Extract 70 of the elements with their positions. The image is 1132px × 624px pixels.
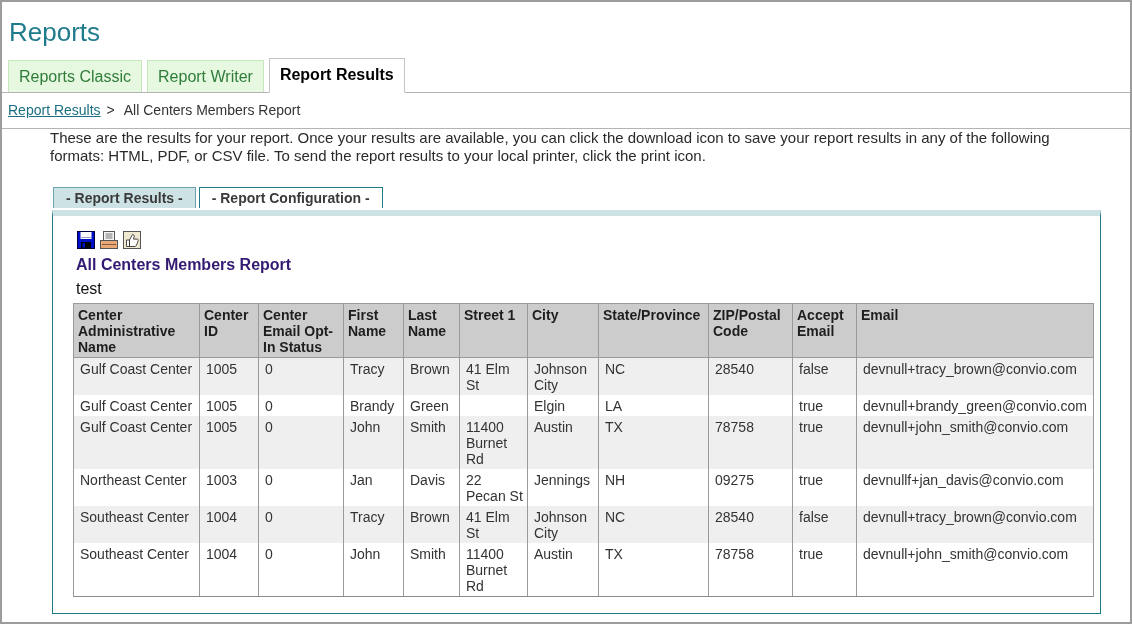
table-cell: 0 — [258, 416, 344, 469]
table-cell: false — [792, 506, 857, 543]
column-header: Street 1 — [459, 303, 528, 358]
column-header: ZIP/Postal Code — [708, 303, 793, 358]
table-cell: true — [792, 416, 857, 469]
table-cell: Johnson City — [527, 357, 599, 395]
nav-tab[interactable]: Report Writer — [147, 60, 264, 92]
table-cell: 41 Elm St — [459, 506, 528, 543]
report-title: All Centers Members Report — [76, 255, 293, 275]
table-cell: Austin — [527, 543, 599, 597]
column-header: First Name — [343, 303, 404, 358]
table-cell: Brown — [403, 357, 460, 395]
breadcrumb-link[interactable]: Report Results — [8, 102, 101, 118]
column-header: Center Administrative Name — [73, 303, 200, 358]
column-header: State/Province — [598, 303, 709, 358]
table-cell: devnull+tracy_brown@convio.com — [856, 506, 1094, 543]
table-cell: Southeast Center — [73, 543, 200, 597]
table-cell: 1005 — [199, 357, 259, 395]
table-cell: Gulf Coast Center — [73, 416, 200, 469]
table-cell: true — [792, 543, 857, 597]
table-cell: 41 Elm St — [459, 357, 528, 395]
column-header: Accept Email — [792, 303, 857, 358]
panel-tab[interactable]: - Report Configuration - — [198, 187, 383, 208]
print-icon[interactable] — [100, 231, 118, 249]
report-description: test — [76, 279, 103, 299]
table-cell: Austin — [527, 416, 599, 469]
table-cell: devnull+john_smith@convio.com — [856, 543, 1094, 597]
column-header: Email — [856, 303, 1094, 358]
table-cell: 1005 — [199, 416, 259, 469]
intro-text: These are the results for your report. Once your results are available, you can click the download icon to save your report results in any of the following formats: HTML, PDF, or CSV file. To send the report results to your local printer, click the print icon. — [50, 129, 1051, 165]
table-cell: John — [343, 416, 404, 469]
table-cell: 1004 — [199, 543, 259, 597]
nav-tab[interactable]: Report Results — [268, 58, 405, 93]
table-cell: TX — [598, 543, 709, 597]
table-cell: 11400 Burnet Rd — [459, 416, 528, 469]
table-cell: 11400 Burnet Rd — [459, 543, 528, 597]
table-cell: Tracy — [343, 506, 404, 543]
column-header: Center Email Opt-In Status — [258, 303, 344, 358]
table-cell: Smith — [403, 543, 460, 597]
column-header: Center ID — [199, 303, 259, 358]
table-cell: Johnson City — [527, 506, 599, 543]
column-header: Last Name — [403, 303, 460, 358]
table-cell: Southeast Center — [73, 506, 200, 543]
table-cell: NC — [598, 357, 709, 395]
column-header: City — [527, 303, 599, 358]
table-cell: 28540 — [708, 506, 793, 543]
table-cell: TX — [598, 416, 709, 469]
table-cell: 78758 — [708, 543, 793, 597]
table-cell: Tracy — [343, 357, 404, 395]
table-cell: 78758 — [708, 416, 793, 469]
thumbs-up-icon[interactable] — [123, 231, 141, 249]
table-cell: 0 — [258, 357, 344, 395]
breadcrumb-separator: > — [106, 102, 115, 118]
table-cell: devnull+john_smith@convio.com — [856, 416, 1094, 469]
page-title: Reports — [8, 16, 102, 49]
breadcrumb-current: All Centers Members Report — [123, 102, 301, 118]
table-cell: false — [792, 357, 857, 395]
table-cell: 0 — [258, 506, 344, 543]
table-cell: devnull+tracy_brown@convio.com — [856, 357, 1094, 395]
table-cell: Smith — [403, 416, 460, 469]
table-cell: NC — [598, 506, 709, 543]
table-cell: 1004 — [199, 506, 259, 543]
table-cell: 28540 — [708, 357, 793, 395]
table-cell: Brown — [403, 506, 460, 543]
table-cell: 0 — [258, 543, 344, 597]
table-cell: John — [343, 543, 404, 597]
nav-tab[interactable]: Reports Classic — [8, 60, 143, 92]
table-cell: Gulf Coast Center — [73, 357, 200, 395]
panel-tab[interactable]: - Report Results - — [53, 187, 196, 208]
save-icon[interactable] — [77, 231, 95, 249]
